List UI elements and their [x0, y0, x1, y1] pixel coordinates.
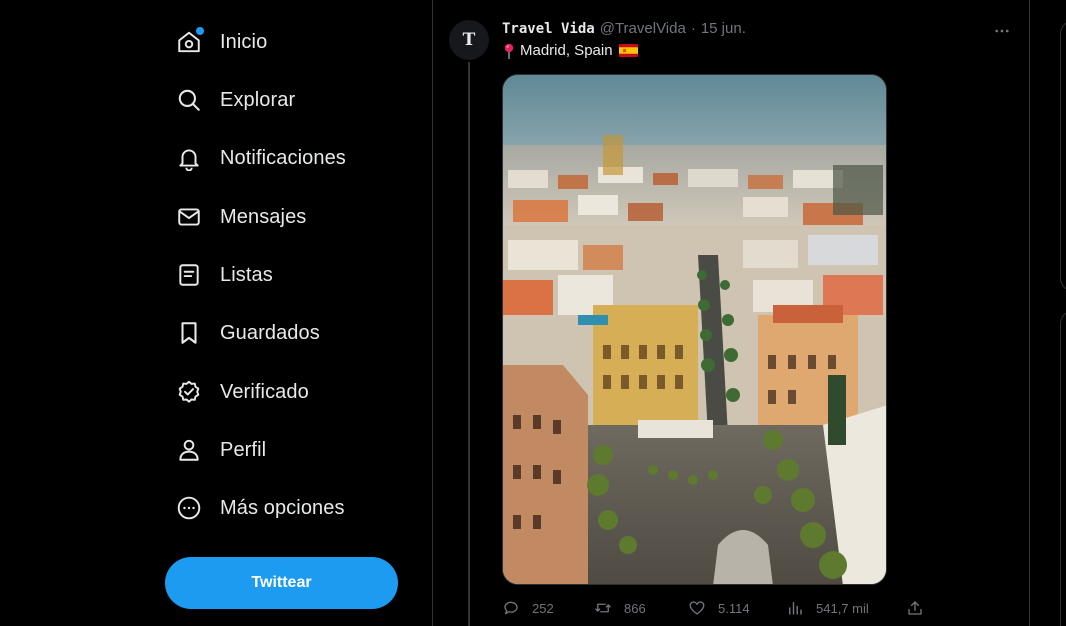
- sidebar-item-label: Verificado: [220, 380, 309, 403]
- sidebar-item-label: Explorar: [220, 88, 296, 111]
- verified-icon: [176, 379, 202, 405]
- reply-button[interactable]: 252: [502, 596, 554, 620]
- sidebar-item-lists[interactable]: Listas: [170, 251, 285, 299]
- sidebar-item-home[interactable]: Inicio: [170, 18, 279, 66]
- tweet-photo[interactable]: [502, 74, 887, 585]
- avatar-letter: T: [462, 30, 476, 50]
- reply-count: 252: [532, 600, 554, 616]
- display-name[interactable]: Travel Vida: [502, 21, 595, 37]
- bell-icon: [176, 145, 202, 171]
- sidebar-item-verified[interactable]: Verificado: [170, 368, 321, 416]
- sidebar-item-label: Listas: [220, 263, 273, 286]
- retweet-count: 866: [624, 600, 646, 616]
- user-handle[interactable]: @TravelVida: [600, 20, 686, 37]
- more-circle-icon: [176, 495, 202, 521]
- more-options-button[interactable]: [989, 18, 1015, 44]
- right-sidebar-card: [1060, 310, 1066, 626]
- spain-flag-icon: [618, 44, 638, 57]
- reply-icon: [504, 601, 518, 615]
- app-root: Inicio Explorar Notificaciones Mensajes …: [0, 0, 1066, 626]
- bookmark-icon: [176, 320, 202, 346]
- views-chart-icon: [789, 602, 802, 615]
- notification-dot: [196, 27, 204, 35]
- tweet-actions: 252 866 5.114 541,7 mil: [502, 596, 942, 620]
- retweet-icon: [595, 603, 611, 613]
- tweet-header: Travel Vida @TravelVida · 15 jun.: [502, 20, 746, 37]
- sidebar-item-bookmarks[interactable]: Guardados: [170, 309, 332, 357]
- sidebar-item-label: Notificaciones: [220, 146, 346, 169]
- sidebar-item-notifications[interactable]: Notificaciones: [170, 134, 358, 182]
- views-button[interactable]: 541,7 mil: [786, 596, 869, 620]
- sidebar-item-label: Más opciones: [220, 496, 345, 519]
- aerial-city-photo: [503, 75, 886, 584]
- envelope-icon: [176, 204, 202, 230]
- avatar[interactable]: T: [449, 20, 489, 60]
- share-button[interactable]: [906, 596, 924, 620]
- sidebar-item-label: Mensajes: [220, 205, 307, 228]
- person-icon: [176, 437, 202, 463]
- sidebar-nav: Inicio Explorar Notificaciones Mensajes …: [0, 0, 432, 626]
- thread-line: [468, 62, 470, 626]
- sidebar-item-profile[interactable]: Perfil: [170, 426, 278, 474]
- retweet-button[interactable]: 866: [594, 596, 646, 620]
- ellipsis-icon: [995, 29, 1009, 33]
- sidebar-item-explore[interactable]: Explorar: [170, 76, 307, 124]
- tweet-text: Madrid, Spain: [502, 42, 638, 59]
- sidebar-item-messages[interactable]: Mensajes: [170, 193, 318, 241]
- right-sidebar-card: [1060, 20, 1066, 292]
- sidebar-item-more[interactable]: Más opciones: [170, 484, 357, 532]
- share-icon: [908, 601, 922, 615]
- sidebar-item-label: Inicio: [220, 30, 268, 53]
- tweet-location-text: Madrid, Spain: [520, 42, 613, 59]
- tweet-button[interactable]: Twittear: [165, 557, 398, 609]
- views-count: 541,7 mil: [816, 600, 869, 616]
- search-icon: [176, 87, 202, 113]
- separator-dot: ·: [690, 20, 696, 37]
- sidebar-item-label: Guardados: [220, 321, 320, 344]
- heart-icon: [689, 601, 705, 615]
- like-count: 5.114: [718, 600, 750, 616]
- sidebar-item-label: Perfil: [220, 438, 267, 461]
- like-button[interactable]: 5.114: [688, 596, 750, 620]
- tweet-date[interactable]: 15 jun.: [701, 20, 746, 37]
- timeline-column: T Travel Vida @TravelVida · 15 jun. Madr…: [432, 0, 1030, 626]
- list-icon: [176, 262, 202, 288]
- round-pushpin-icon: [504, 43, 514, 59]
- home-icon: [176, 27, 204, 55]
